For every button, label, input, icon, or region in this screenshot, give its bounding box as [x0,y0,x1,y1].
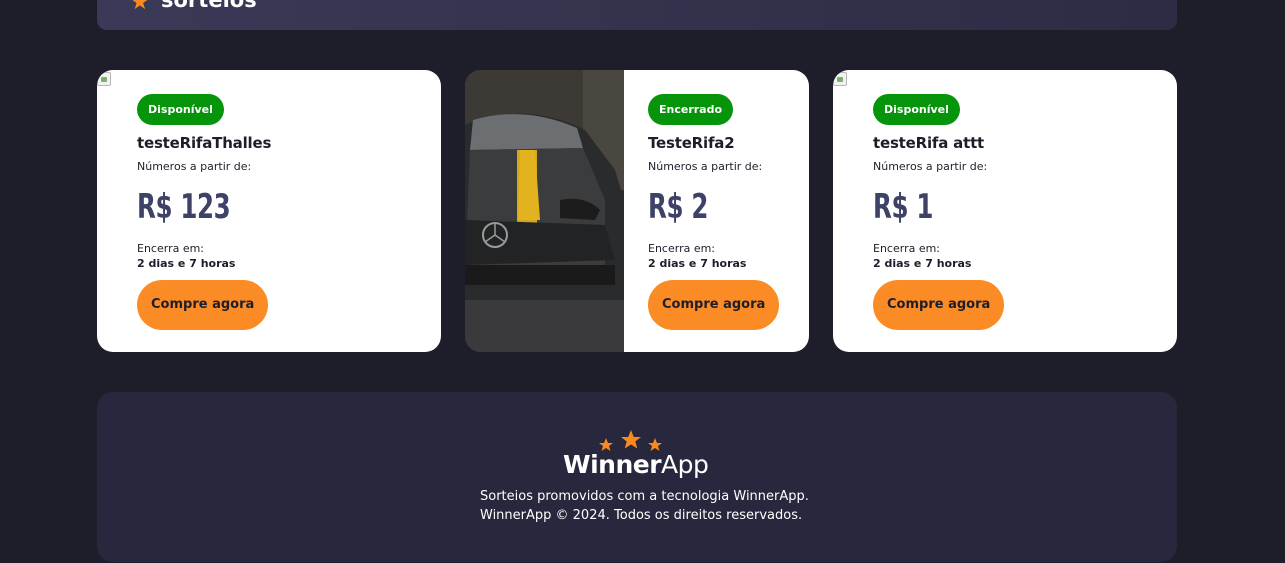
raffle-title: testeRifa attt [873,134,985,152]
buy-now-button[interactable]: Compre agora [648,280,780,330]
raffle-title: testeRifaThalles [137,134,272,152]
ends-in-label: Encerra em: [137,242,205,255]
buy-now-button[interactable]: Compre agora [873,280,1005,330]
ends-in-value: 2 dias e 7 horas [648,257,747,270]
status-badge: Encerrado [648,94,734,125]
ends-in-label: Encerra em: [873,242,941,255]
status-badge: Disponível [873,94,960,125]
raffle-card[interactable]: Disponível testeRifa attt Números a part… [833,70,1177,352]
status-badge: Disponível [137,94,224,125]
buy-now-button[interactable]: Compre agora [137,280,269,330]
section-header-bar [97,0,1177,30]
raffle-card[interactable]: Encerrado TesteRifa2 Números a partir de… [465,70,809,352]
price: R$ 1 [873,187,934,227]
winnerapp-logo: WinnerApp [563,428,713,479]
price: R$ 2 [648,187,709,227]
broken-image-icon [833,72,847,86]
star-icon: ★ [130,0,150,15]
ends-in-label: Encerra em: [648,242,716,255]
footer-tagline: Sorteios promovidos com a tecnologia Win… [480,489,809,504]
raffle-title: TesteRifa2 [648,134,735,152]
ends-in-value: 2 dias e 7 horas [137,257,236,270]
raffle-card[interactable]: Disponível testeRifaThalles Números a pa… [97,70,441,352]
numbers-from-label: Números a partir de: [648,160,763,173]
numbers-from-label: Números a partir de: [873,160,988,173]
footer: WinnerApp Sorteios promovidos com a tecn… [97,392,1177,562]
section-title: sorteios [161,0,257,12]
price: R$ 123 [137,187,231,227]
numbers-from-label: Números a partir de: [137,160,252,173]
logo-text: WinnerApp [563,450,709,479]
ends-in-value: 2 dias e 7 horas [873,257,972,270]
broken-image-icon [97,72,111,86]
car-photo [465,70,624,352]
footer-copyright: WinnerApp © 2024. Todos os direitos rese… [480,508,803,523]
